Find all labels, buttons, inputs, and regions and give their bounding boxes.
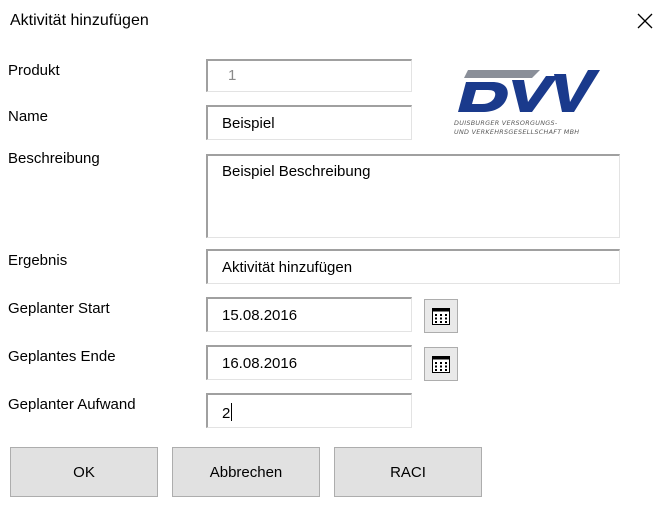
calendar-icon — [432, 308, 450, 325]
geplanter-aufwand-label: Geplanter Aufwand — [8, 396, 136, 413]
cancel-button[interactable]: Abbrechen — [172, 447, 320, 497]
dialog-title: Aktivität hinzufügen — [10, 12, 149, 29]
geplanter-start-field[interactable]: 15.08.2016 — [206, 297, 412, 332]
name-label: Name — [8, 108, 49, 125]
name-field[interactable]: Beispiel — [206, 105, 412, 140]
beschreibung-field[interactable]: Beispiel Beschreibung — [206, 154, 620, 238]
geplantes-ende-field[interactable]: 16.08.2016 — [206, 345, 412, 380]
produkt-label: Produkt — [8, 62, 60, 79]
beschreibung-label: Beschreibung — [8, 150, 100, 167]
calendar-icon — [432, 356, 450, 373]
logo-subtitle-line2: UND VERKEHRSGESELLSCHAFT MBH — [454, 128, 580, 136]
text-caret — [231, 403, 233, 421]
ergebnis-field[interactable]: Aktivität hinzufügen — [206, 249, 620, 284]
geplantes-ende-label: Geplantes Ende — [8, 348, 116, 365]
ok-button[interactable]: OK — [10, 447, 158, 497]
ergebnis-label: Ergebnis — [8, 252, 68, 269]
geplanter-aufwand-field[interactable]: 2 — [206, 393, 412, 428]
close-icon — [637, 13, 653, 29]
end-date-picker-button[interactable] — [424, 347, 458, 381]
start-date-picker-button[interactable] — [424, 299, 458, 333]
geplanter-start-label: Geplanter Start — [8, 300, 110, 317]
logo-subtitle-line1: DUISBURGER VERSORGUNGS- — [454, 119, 558, 127]
dvv-logo: DUISBURGER VERSORGUNGS- UND VERKEHRSGESE… — [452, 64, 622, 142]
dvv-logo-mark — [458, 70, 600, 112]
aufwand-value: 2 — [222, 405, 231, 422]
close-button[interactable] — [634, 10, 656, 32]
raci-button[interactable]: RACI — [334, 447, 482, 497]
produkt-field: 1 — [206, 59, 412, 92]
